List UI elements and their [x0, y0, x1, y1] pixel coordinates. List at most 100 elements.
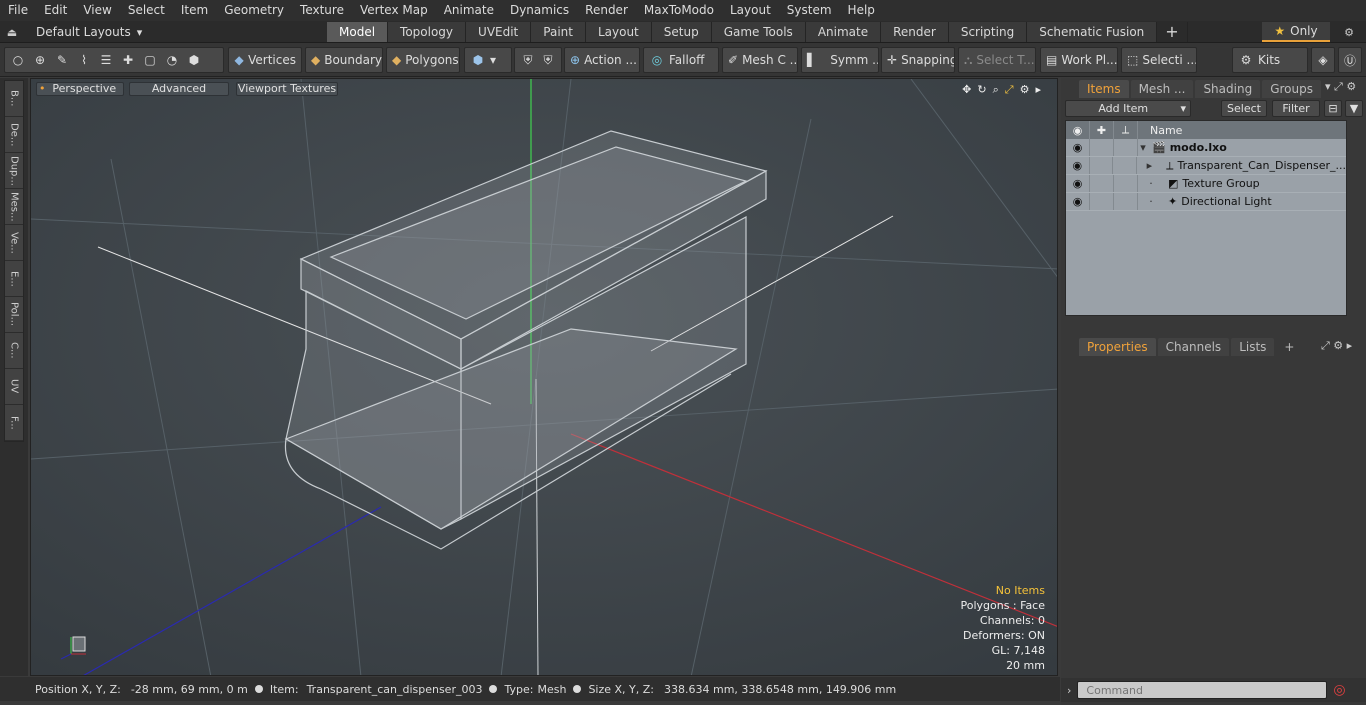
menu-item-view[interactable]: View — [75, 0, 119, 21]
unity-icon[interactable]: ◈ — [1311, 47, 1335, 73]
viewport-textures-button[interactable]: Viewport Textures — [236, 82, 338, 96]
pin-cell[interactable] — [1114, 175, 1138, 192]
gear-icon[interactable]: ⚙ — [1336, 22, 1362, 42]
menu-item-texture[interactable]: Texture — [292, 0, 352, 21]
snapping-button[interactable]: ✛ Snapping — [881, 47, 955, 73]
left-tab-1[interactable]: De... — [5, 117, 23, 153]
lock-cell[interactable] — [1090, 139, 1114, 156]
symmetry-button[interactable]: ▌ Symm ... — [801, 47, 879, 73]
square-select-icon[interactable]: ▢ — [142, 52, 158, 68]
circle-select-icon[interactable]: ○ — [10, 52, 26, 68]
maximize-icon[interactable]: ⤢ — [1005, 83, 1014, 97]
item-mode-icon[interactable]: ⬢ — [186, 52, 202, 68]
tab-schematic-fusion[interactable]: Schematic Fusion — [1027, 22, 1158, 42]
menu-item-layout[interactable]: Layout — [722, 0, 779, 21]
command-input[interactable] — [1077, 681, 1328, 699]
polygons-button[interactable]: ◆ Polygons — [386, 47, 460, 73]
funnel-icon[interactable]: ▼ — [1345, 100, 1363, 117]
menu-item-help[interactable]: Help — [840, 0, 883, 21]
menu-item-geometry[interactable]: Geometry — [216, 0, 292, 21]
list-item[interactable]: ◉ ▾ 🎬 modo.lxo — [1066, 139, 1346, 157]
list-item[interactable]: ◉ · ✦ Directional Light — [1066, 193, 1346, 211]
eye-icon[interactable]: ◉ — [1066, 157, 1090, 174]
left-tab-9[interactable]: F... — [5, 405, 23, 441]
menu-item-select[interactable]: Select — [120, 0, 173, 21]
add-item-button[interactable]: Add Item ▾ — [1065, 100, 1191, 117]
tab-setup[interactable]: Setup — [651, 22, 712, 42]
tab-layout[interactable]: Layout — [585, 22, 652, 42]
panel-menu-icon[interactable]: ▾ ⤢ ⚙ — [1325, 80, 1356, 94]
selection-sets-button[interactable]: ⬚ Selecti ... — [1121, 47, 1197, 73]
brush-icon[interactable]: ⌇ — [76, 52, 92, 68]
pin-cell[interactable] — [1114, 193, 1138, 210]
menu-item-dynamics[interactable]: Dynamics — [502, 0, 577, 21]
left-tab-8[interactable]: UV — [5, 369, 23, 405]
left-tab-4[interactable]: Ve... — [5, 225, 23, 261]
pen-icon[interactable]: ✎ — [54, 52, 70, 68]
tab-animate[interactable]: Animate — [805, 22, 882, 42]
tab-render[interactable]: Render — [881, 22, 949, 42]
tab-scripting[interactable]: Scripting — [948, 22, 1028, 42]
mesh-constraints-button[interactable]: ✐ Mesh C ... — [722, 47, 798, 73]
add-tab-icon[interactable]: + — [1157, 22, 1188, 42]
menu-item-maxtomodo[interactable]: MaxToModo — [636, 0, 722, 21]
collapse-icon[interactable]: ⊟ — [1324, 100, 1342, 117]
pin-cell[interactable] — [1113, 157, 1137, 174]
3d-viewport[interactable]: • Perspective Advanced Viewport Textures … — [30, 78, 1058, 676]
globe-icon[interactable]: ⊕ — [32, 52, 48, 68]
properties-tab-1[interactable]: Channels — [1157, 338, 1230, 356]
work-plane-button[interactable]: ▤ Work Pl... — [1040, 47, 1118, 73]
menu-item-render[interactable]: Render — [577, 0, 636, 21]
tab-game-tools[interactable]: Game Tools — [711, 22, 806, 42]
panel-tab-3[interactable]: Groups — [1262, 80, 1321, 98]
eye-icon[interactable]: ◉ — [1066, 139, 1090, 156]
properties-menu-icon[interactable]: ⤢ ⚙ ▸ — [1321, 339, 1352, 353]
record-icon[interactable]: ◎ — [1333, 682, 1345, 698]
lock-cell[interactable] — [1090, 175, 1114, 192]
select-button[interactable]: Select — [1221, 100, 1267, 117]
lock-cell[interactable] — [1090, 193, 1114, 210]
layouts-selector[interactable]: ⏏ Default Layouts ▾ — [4, 21, 142, 43]
perspective-button[interactable]: • Perspective — [36, 82, 124, 96]
select-through-button[interactable]: ⛬ Select T... — [958, 47, 1036, 73]
settings-icon[interactable]: ⚙ — [1020, 83, 1030, 97]
menu-item-file[interactable]: File — [0, 0, 36, 21]
menu-item-animate[interactable]: Animate — [436, 0, 502, 21]
menu-item-item[interactable]: Item — [173, 0, 216, 21]
material-mode-button[interactable]: ⬢ ▾ — [464, 47, 512, 73]
left-tab-6[interactable]: Pol... — [5, 297, 23, 333]
lock-cell[interactable] — [1090, 157, 1114, 174]
eye-icon[interactable]: ◉ — [1066, 193, 1090, 210]
left-tab-0[interactable]: B... — [5, 81, 23, 117]
properties-tab-2[interactable]: Lists — [1231, 338, 1275, 356]
rotate-icon[interactable]: ↻ — [977, 83, 986, 97]
falloff-button[interactable]: ◎ Falloff — [643, 47, 719, 73]
tab-uvedit[interactable]: UVEdit — [466, 22, 532, 42]
boundary-button[interactable]: ◆ Boundary — [305, 47, 383, 73]
tab-paint[interactable]: Paint — [531, 22, 586, 42]
menu-item-vertex-map[interactable]: Vertex Map — [352, 0, 436, 21]
expand-icon[interactable]: ⏏ — [4, 24, 20, 40]
left-tab-3[interactable]: Mes... — [5, 189, 23, 225]
unreal-icon[interactable]: Ⓤ — [1338, 47, 1362, 73]
advanced-button[interactable]: Advanced — [129, 82, 229, 96]
symmetry-modes[interactable]: ⛨ ⛨ — [514, 47, 562, 73]
clock-icon[interactable]: ◔ — [164, 52, 180, 68]
vertices-button[interactable]: ◆ Vertices — [228, 47, 302, 73]
only-toggle[interactable]: ★ Only — [1262, 22, 1330, 42]
left-tab-5[interactable]: E... — [5, 261, 23, 297]
play-icon[interactable]: ▸ — [1035, 83, 1041, 97]
pin-cell[interactable] — [1114, 139, 1138, 156]
left-tab-2[interactable]: Dup... — [5, 153, 23, 189]
viewport-scene[interactable] — [31, 79, 1058, 676]
tab-topology[interactable]: Topology — [388, 22, 467, 42]
eye-icon[interactable]: ◉ — [1066, 175, 1090, 192]
center-icon[interactable]: ✚ — [120, 52, 136, 68]
list-item[interactable]: ◉ ▸ ⟂ Transparent_Can_Dispenser_... — [1066, 157, 1346, 175]
kits-button[interactable]: ⚙ Kits — [1232, 47, 1308, 73]
add-tab-icon[interactable]: + — [1276, 338, 1302, 356]
move-icon[interactable]: ✥ — [962, 83, 971, 97]
menu-item-edit[interactable]: Edit — [36, 0, 75, 21]
properties-tab-0[interactable]: Properties — [1079, 338, 1156, 356]
panel-tab-2[interactable]: Shading — [1195, 80, 1261, 98]
